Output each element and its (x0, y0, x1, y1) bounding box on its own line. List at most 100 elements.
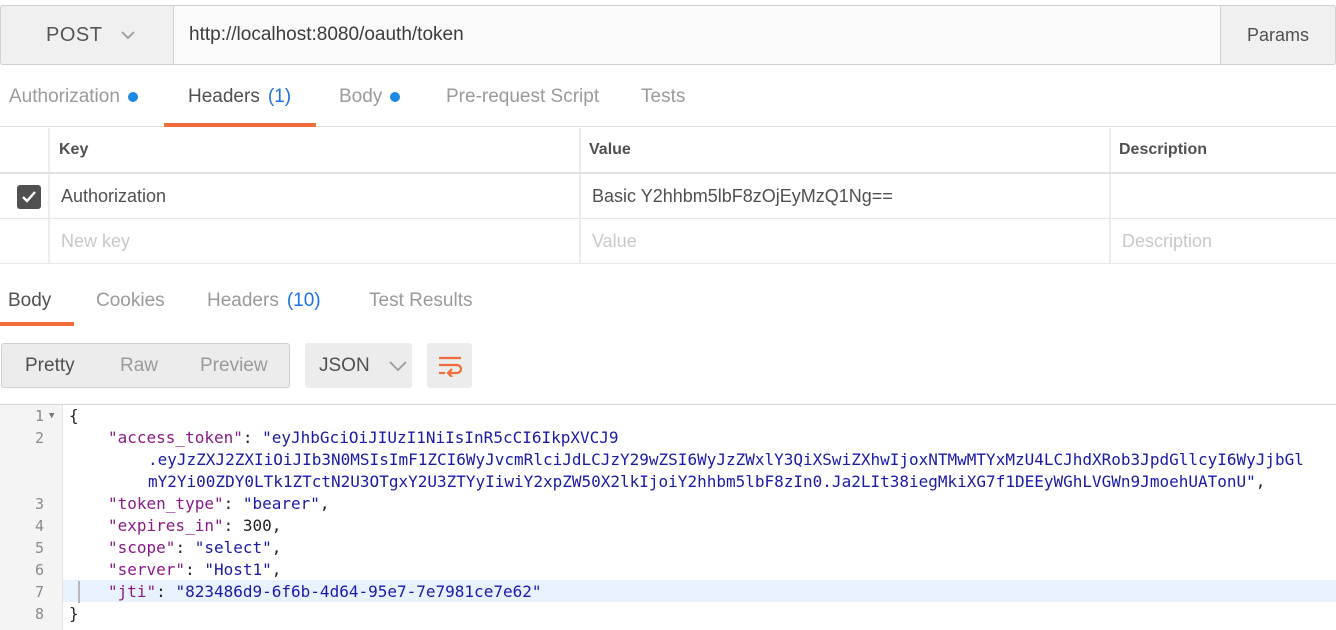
format-label: JSON (319, 354, 370, 376)
line-number: 7 (34, 583, 44, 601)
tab-response-headers-label: Headers (207, 290, 279, 311)
tab-body-label: Body (339, 85, 383, 107)
chevron-down-icon (121, 31, 136, 40)
column-divider (1109, 219, 1111, 263)
tab-cookies-label: Cookies (96, 290, 165, 311)
method-select[interactable]: POST (0, 5, 174, 65)
line-number: 3 (34, 495, 44, 513)
code-line: "token_type": "bearer", (108, 494, 330, 513)
headers-table-header: Key Value Description (0, 128, 1336, 174)
column-divider (48, 174, 50, 218)
json-key: "access_token" (108, 428, 243, 447)
wrap-lines-button[interactable] (427, 343, 472, 388)
indent-guide (78, 581, 80, 603)
line-number: 6 (34, 561, 44, 579)
request-tabs: Authorization Headers (1) Body Pre-reque… (0, 66, 1336, 127)
wrap-lines-icon (438, 356, 462, 377)
header-key-field[interactable]: Authorization (61, 174, 166, 218)
line-number: 5 (34, 539, 44, 557)
json-string: mY2Yi00ZDY0LTk1ZTctN2U3OTgxY2U3ZTYyIiwiY… (148, 472, 1256, 491)
json-key: "server" (108, 560, 186, 579)
tab-headers-label: Headers (188, 85, 260, 107)
tab-response-body[interactable]: Body (8, 278, 51, 324)
header-description-field[interactable] (1122, 174, 1332, 218)
url-text: http://localhost:8080/oauth/token (189, 24, 464, 45)
code-line: "expires_in": 300, (108, 516, 282, 535)
json-string: "bearer" (242, 494, 320, 513)
header-enabled-checkbox[interactable] (17, 185, 41, 209)
view-raw-button[interactable]: Raw (120, 355, 158, 377)
view-mode-group: Pretty Raw Preview (1, 343, 290, 388)
code-line: "jti": "823486d9-6f6b-4d64-95e7-7e7981ce… (108, 582, 542, 601)
tab-response-headers-count: (10) (286, 290, 321, 311)
line-number: 2 (34, 429, 44, 447)
column-divider (48, 219, 50, 263)
code-line-wrapped: .eyJzZXJ2ZXIiOiJIb3N0MSIsImF1ZCI6WyJvcmR… (148, 450, 1304, 469)
json-key: "scope" (108, 538, 176, 557)
modified-dot-icon (127, 91, 138, 102)
tab-test-results[interactable]: Test Results (369, 278, 472, 324)
active-tab-indicator (0, 322, 74, 326)
table-row-new: New key Value Description (0, 219, 1336, 264)
tab-prerequest-script[interactable]: Pre-request Script (446, 66, 599, 127)
format-select[interactable]: JSON (305, 343, 412, 388)
code-line: "access_token": "eyJhbGciOiJIUzI1NiIsInR… (108, 428, 619, 447)
new-value-input[interactable]: Value (592, 219, 637, 263)
line-number: 1 (34, 407, 44, 425)
response-tabs: Body Cookies Headers (10) Test Results (0, 278, 1336, 326)
code-line: } (69, 604, 79, 623)
method-label: POST (46, 23, 103, 46)
params-label: Params (1246, 24, 1309, 45)
code-line: { (69, 406, 79, 425)
column-divider (579, 174, 581, 218)
column-divider (48, 128, 50, 172)
request-bar: POST http://localhost:8080/oauth/token P… (0, 5, 1336, 65)
header-value-field[interactable]: Basic Y2hhbm5lbF8zOjEyMzQ1Ng== (592, 174, 893, 218)
url-input[interactable]: http://localhost:8080/oauth/token (174, 5, 1220, 65)
fold-arrow-icon[interactable]: ▼ (49, 411, 54, 421)
tab-authorization[interactable]: Authorization (9, 66, 138, 127)
column-description-header: Description (1119, 141, 1208, 158)
tab-headers-count: (1) (267, 85, 292, 107)
tab-tests-label: Tests (641, 85, 686, 107)
response-body-editor[interactable]: 1 ▼ 2 3 4 5 6 7 8 { "access_token": "eyJ… (0, 404, 1336, 630)
json-string: "select" (194, 538, 272, 557)
response-toolbar: Pretty Raw Preview JSON (0, 343, 1336, 388)
line-number: 4 (34, 517, 44, 535)
column-divider (579, 219, 581, 263)
params-button[interactable]: Params (1220, 5, 1336, 65)
json-string: "Host1" (204, 560, 272, 579)
tab-authorization-label: Authorization (9, 85, 120, 107)
column-divider (1109, 174, 1111, 218)
headers-table: Key Value Description Authorization Basi… (0, 128, 1336, 264)
column-key-header: Key (59, 141, 89, 158)
tab-tests[interactable]: Tests (641, 66, 685, 127)
tab-body[interactable]: Body (339, 66, 401, 127)
view-preview-button[interactable]: Preview (200, 355, 268, 377)
json-string: "823486d9-6f6b-4d64-95e7-7e7981ce7e62" (175, 582, 542, 601)
chevron-down-icon (389, 360, 407, 371)
new-description-input[interactable]: Description (1122, 219, 1212, 263)
json-string: "eyJhbGciOiJIUzI1NiIsInR5cCI6IkpXVCJ9 (262, 428, 619, 447)
new-key-input[interactable]: New key (61, 219, 130, 263)
column-divider (579, 128, 581, 172)
modified-dot-icon (390, 91, 401, 102)
tab-headers[interactable]: Headers (1) (188, 66, 291, 127)
view-pretty-button[interactable]: Pretty (25, 355, 75, 377)
code-line-wrapped: mY2Yi00ZDY0LTk1ZTctN2U3OTgxY2U3ZTYyIiwiY… (148, 472, 1266, 491)
tab-response-headers[interactable]: Headers (10) (207, 278, 321, 324)
column-divider (1109, 128, 1111, 172)
tab-test-results-label: Test Results (369, 290, 473, 311)
table-row: Authorization Basic Y2hhbm5lbF8zOjEyMzQ1… (0, 174, 1336, 219)
json-key: "expires_in" (108, 516, 224, 535)
column-value-header: Value (589, 141, 631, 158)
code-line: "server": "Host1", (108, 560, 282, 579)
line-number: 8 (34, 605, 44, 623)
json-key: "token_type" (108, 494, 224, 513)
code-line: "scope": "select", (108, 538, 282, 557)
check-icon (22, 191, 36, 203)
tab-cookies[interactable]: Cookies (96, 278, 165, 324)
tab-prerequest-label: Pre-request Script (446, 85, 600, 107)
tab-response-body-label: Body (8, 290, 52, 311)
json-number: 300 (242, 516, 272, 535)
